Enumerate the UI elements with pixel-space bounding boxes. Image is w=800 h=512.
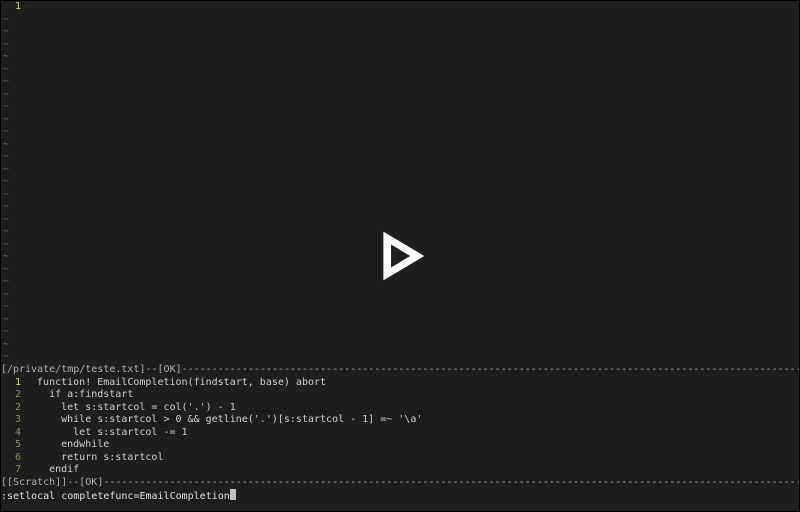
line-content: return s:startcol <box>25 452 163 463</box>
buffer-line: 2 let s:startcol = col('.') - 1 <box>1 402 799 415</box>
empty-line-marker: ~ <box>1 114 799 127</box>
bottom-editor-pane[interactable]: 1 function! EmailCompletion(findstart, b… <box>1 377 799 477</box>
empty-line-marker: ~ <box>1 39 799 52</box>
buffer-line: 7 endif <box>1 464 799 477</box>
empty-line-marker: ~ <box>1 339 799 352</box>
empty-line-marker: ~ <box>1 176 799 189</box>
line-number: 2 <box>1 402 25 415</box>
status-line-bottom: [[Scratch]]--[OK]-----------------------… <box>1 477 799 490</box>
line-content: endwhile <box>25 439 109 450</box>
line-content: if a:findstart <box>25 389 133 400</box>
empty-line-marker: ~ <box>1 314 799 327</box>
line-number: 4 <box>1 427 25 440</box>
empty-line-marker: ~ <box>1 351 799 364</box>
command-text: :setlocal completefunc=EmailCompletion <box>1 491 230 502</box>
terminal: 1 ~~~~~~~~~~~~~~~~~~~~~~~~~~~~ [/private… <box>0 0 800 512</box>
empty-line-marker: ~ <box>1 89 799 102</box>
empty-line-marker: ~ <box>1 139 799 152</box>
status-line-top: [/private/tmp/teste.txt]--[OK]----------… <box>1 364 799 377</box>
empty-line-marker: ~ <box>1 164 799 177</box>
buffer-line: 3 while s:startcol > 0 && getline('.')[s… <box>1 414 799 427</box>
empty-line-marker: ~ <box>1 101 799 114</box>
buffer-line: 4 let s:startcol -= 1 <box>1 427 799 440</box>
line-number: 6 <box>1 452 25 465</box>
line-number-current: 1 <box>1 377 25 390</box>
empty-line-marker: ~ <box>1 326 799 339</box>
empty-line-marker: ~ <box>1 26 799 39</box>
buffer-line: 5 endwhile <box>1 439 799 452</box>
empty-line-marker: ~ <box>1 14 799 27</box>
empty-line-marker: ~ <box>1 76 799 89</box>
line-number: 2 <box>1 389 25 402</box>
empty-line-marker: ~ <box>1 51 799 64</box>
line-content: let s:startcol = col('.') - 1 <box>25 402 236 413</box>
line-content: endif <box>25 464 79 475</box>
empty-line-marker: ~ <box>1 64 799 77</box>
line-number: 3 <box>1 414 25 427</box>
empty-line-marker: ~ <box>1 301 799 314</box>
command-line[interactable]: :setlocal completefunc=EmailCompletion <box>1 489 799 502</box>
buffer-line: 6 return s:startcol <box>1 452 799 465</box>
buffer-line: 1 <box>1 1 799 14</box>
buffer-line: 2 if a:findstart <box>1 389 799 402</box>
empty-line-marker: ~ <box>1 201 799 214</box>
buffer-line: 1 function! EmailCompletion(findstart, b… <box>1 377 799 390</box>
empty-line-marker: ~ <box>1 289 799 302</box>
line-content: function! EmailCompletion(findstart, bas… <box>25 377 326 388</box>
play-icon <box>368 224 432 288</box>
empty-line-marker: ~ <box>1 151 799 164</box>
line-content: let s:startcol -= 1 <box>25 427 188 438</box>
line-number: 7 <box>1 464 25 477</box>
empty-line-marker: ~ <box>1 126 799 139</box>
cursor <box>230 489 236 500</box>
line-number: 5 <box>1 439 25 452</box>
empty-line-marker: ~ <box>1 189 799 202</box>
line-number-current: 1 <box>1 1 25 14</box>
top-editor-pane[interactable]: 1 ~~~~~~~~~~~~~~~~~~~~~~~~~~~~ <box>1 1 799 364</box>
play-button[interactable] <box>368 224 432 288</box>
line-content: while s:startcol > 0 && getline('.')[s:s… <box>25 414 422 425</box>
